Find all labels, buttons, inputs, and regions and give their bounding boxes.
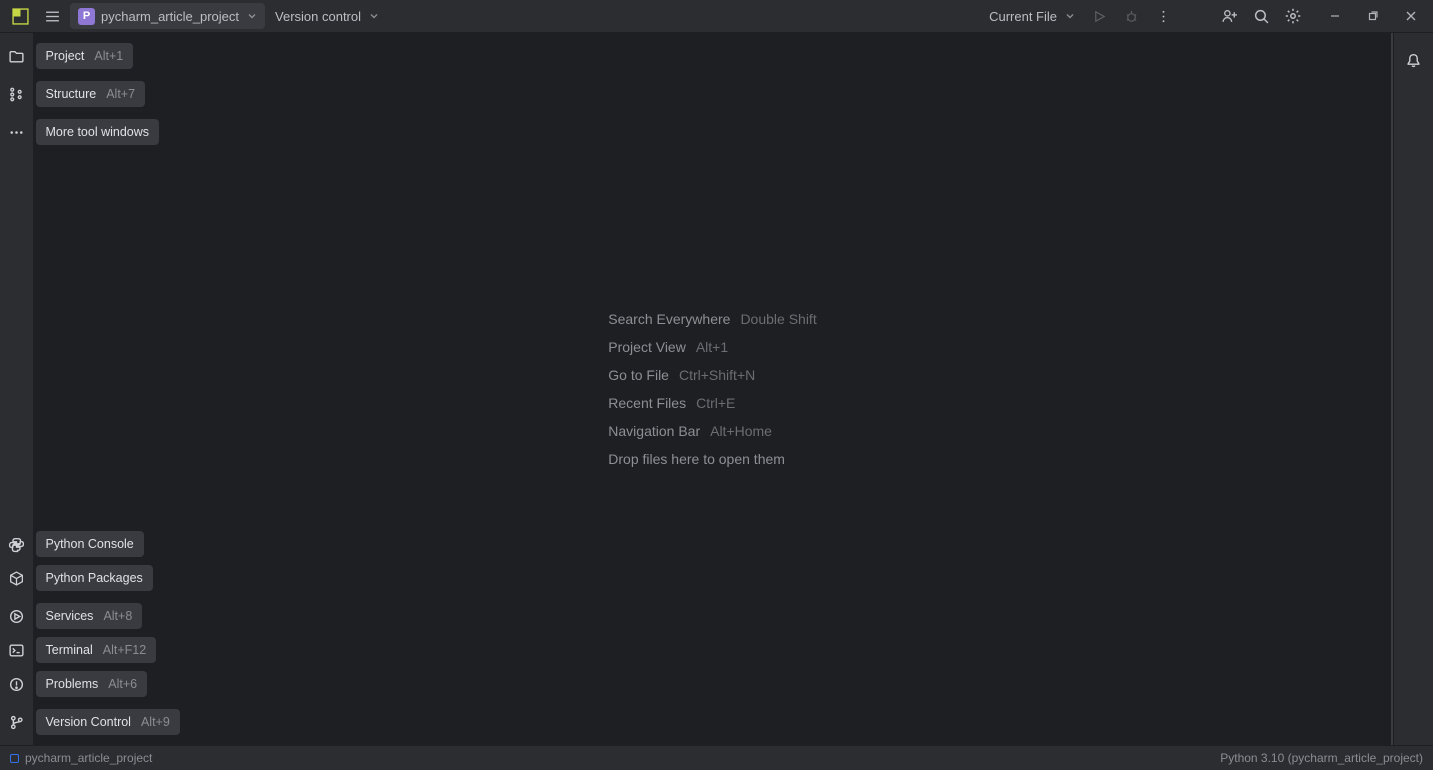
hint-search-shortcut: Double Shift bbox=[740, 311, 816, 327]
packages-icon bbox=[8, 570, 25, 587]
debug-button[interactable] bbox=[1117, 4, 1145, 28]
run-config-selector[interactable]: Current File bbox=[983, 4, 1081, 28]
hint-recent-shortcut: Ctrl+E bbox=[696, 395, 735, 411]
terminal-icon bbox=[8, 642, 25, 659]
version-control-tool-label: Version ControlAlt+9 bbox=[36, 709, 180, 735]
hint-goto-shortcut: Ctrl+Shift+N bbox=[679, 367, 755, 383]
structure-tool-button[interactable] bbox=[0, 77, 34, 111]
structure-icon bbox=[8, 86, 25, 103]
hint-nav-shortcut: Alt+Home bbox=[710, 423, 772, 439]
chevron-down-icon bbox=[369, 11, 379, 21]
python-console-tool-button[interactable] bbox=[0, 527, 34, 561]
main-menu-button[interactable] bbox=[38, 4, 66, 28]
problems-tool-button[interactable] bbox=[0, 667, 34, 701]
project-tool-label: ProjectAlt+1 bbox=[36, 43, 134, 69]
more-tool-windows-button[interactable] bbox=[0, 115, 34, 149]
terminal-tool-label: TerminalAlt+F12 bbox=[36, 637, 157, 663]
app-logo bbox=[6, 4, 34, 28]
python-packages-tool-button[interactable] bbox=[0, 561, 34, 595]
terminal-tool-button[interactable] bbox=[0, 633, 34, 667]
hint-search-label: Search Everywhere bbox=[608, 311, 730, 327]
hint-drop-label: Drop files here to open them bbox=[608, 451, 785, 467]
notifications-tool-button[interactable] bbox=[1394, 43, 1433, 77]
main-area: ProjectAlt+1 StructureAlt+7 More tool wi… bbox=[0, 33, 1433, 745]
python-packages-tool-label: Python Packages bbox=[36, 565, 153, 591]
hint-recent-label: Recent Files bbox=[608, 395, 686, 411]
settings-button[interactable] bbox=[1279, 4, 1307, 28]
run-config-label: Current File bbox=[989, 9, 1057, 24]
right-tool-strip bbox=[1393, 33, 1433, 745]
hint-nav-label: Navigation Bar bbox=[608, 423, 700, 439]
welcome-hints: Search Everywhere Double Shift Project Vi… bbox=[608, 311, 816, 467]
chevron-down-icon bbox=[1065, 11, 1075, 21]
problems-icon bbox=[8, 676, 25, 693]
python-interpreter-widget[interactable]: Python 3.10 (pycharm_article_project) bbox=[1220, 751, 1423, 765]
titlebar: P pycharm_article_project Version contro… bbox=[0, 0, 1433, 33]
project-selector[interactable]: P pycharm_article_project bbox=[70, 3, 265, 29]
services-tool-button[interactable] bbox=[0, 599, 34, 633]
statusbar: pycharm_article_project Python 3.10 (pyc… bbox=[0, 745, 1433, 770]
version-control-tool-button[interactable] bbox=[0, 705, 34, 739]
bell-icon bbox=[1405, 52, 1422, 69]
problems-tool-label: ProblemsAlt+6 bbox=[36, 671, 148, 697]
python-console-icon bbox=[8, 536, 25, 553]
minimize-button[interactable] bbox=[1319, 4, 1351, 28]
left-tool-strip: ProjectAlt+1 StructureAlt+7 More tool wi… bbox=[0, 33, 34, 745]
services-tool-label: ServicesAlt+8 bbox=[36, 603, 143, 629]
branch-icon bbox=[8, 714, 25, 731]
editor-area[interactable]: Search Everywhere Double Shift Project Vi… bbox=[34, 33, 1393, 745]
chevron-down-icon bbox=[247, 11, 257, 21]
hint-project-label: Project View bbox=[608, 339, 686, 355]
search-everywhere-button[interactable] bbox=[1247, 4, 1275, 28]
more-actions-button[interactable] bbox=[1149, 4, 1177, 28]
services-icon bbox=[8, 608, 25, 625]
restore-button[interactable] bbox=[1357, 4, 1389, 28]
statusbar-breadcrumb[interactable]: pycharm_article_project bbox=[25, 751, 152, 765]
folder-icon bbox=[8, 48, 25, 65]
structure-tool-label: StructureAlt+7 bbox=[36, 81, 146, 107]
vcs-dropdown[interactable]: Version control bbox=[269, 4, 385, 28]
python-console-tool-label: Python Console bbox=[36, 531, 144, 557]
run-button[interactable] bbox=[1085, 4, 1113, 28]
project-badge: P bbox=[78, 8, 95, 25]
close-button[interactable] bbox=[1395, 4, 1427, 28]
indexing-indicator-icon bbox=[10, 754, 19, 763]
code-with-me-button[interactable] bbox=[1215, 4, 1243, 28]
project-tool-button[interactable] bbox=[0, 39, 34, 73]
hint-goto-label: Go to File bbox=[608, 367, 669, 383]
more-icon bbox=[8, 124, 25, 141]
more-tool-windows-label: More tool windows bbox=[36, 119, 160, 145]
vcs-label: Version control bbox=[275, 9, 361, 24]
hint-project-shortcut: Alt+1 bbox=[696, 339, 728, 355]
project-name: pycharm_article_project bbox=[101, 9, 239, 24]
